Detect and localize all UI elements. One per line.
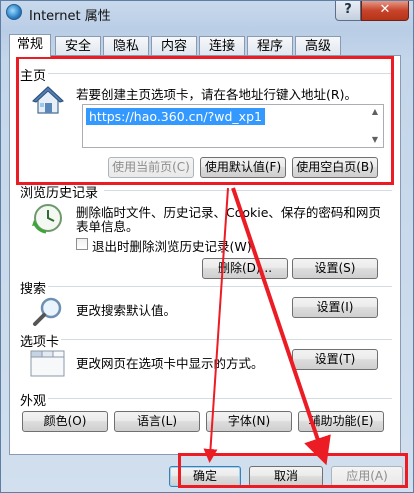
appearance-group-divider <box>46 398 392 399</box>
search-group-label: 搜索 <box>20 278 49 297</box>
tab-strip: 常规 安全 隐私 内容 连接 程序 高级 <box>9 34 349 57</box>
tab-content[interactable]: 内容 <box>151 36 197 56</box>
history-settings-button[interactable]: 设置(S) <box>292 258 378 279</box>
tabs-settings-button[interactable]: 设置(T) <box>292 349 378 370</box>
magnifier-icon <box>32 296 64 328</box>
title-bar[interactable]: Internet 属性 ? ✕ <box>1 1 414 29</box>
footer-highlight-box <box>178 453 408 488</box>
delete-history-button[interactable]: 删除(D)... <box>202 258 288 279</box>
accessibility-button[interactable]: 辅助功能(E) <box>298 411 384 432</box>
delete-on-exit-label: 退出时删除浏览历史记录(W) <box>92 239 252 254</box>
search-settings-button[interactable]: 设置(I) <box>292 297 378 318</box>
appearance-group-label: 外观 <box>20 390 49 409</box>
internet-globe-icon <box>6 4 22 20</box>
close-icon: ✕ <box>379 2 391 17</box>
help-button[interactable]: ? <box>335 1 361 21</box>
delete-on-exit-checkbox[interactable] <box>76 238 88 250</box>
search-group-divider <box>46 286 392 287</box>
tab-general[interactable]: 常规 <box>9 34 51 57</box>
colors-button[interactable]: 颜色(O) <box>22 411 108 432</box>
close-button[interactable]: ✕ <box>361 1 409 21</box>
search-description: 更改搜索默认值。 <box>76 303 177 318</box>
fonts-button[interactable]: 字体(N) <box>206 411 292 432</box>
window-title: Internet 属性 <box>29 9 111 24</box>
tab-advanced[interactable]: 高级 <box>295 36 341 56</box>
tab-programs[interactable]: 程序 <box>247 36 293 56</box>
tabs-description: 更改网页在选项卡中显示的方式。 <box>76 356 264 371</box>
tab-connections[interactable]: 连接 <box>199 36 245 56</box>
homepage-highlight-box <box>16 56 394 185</box>
tab-security[interactable]: 安全 <box>55 36 101 56</box>
tab-privacy[interactable]: 隐私 <box>103 36 149 56</box>
history-group-divider <box>104 190 392 191</box>
languages-button[interactable]: 语言(L) <box>114 411 200 432</box>
history-description-line2: 表单信息。 <box>76 219 139 234</box>
history-clock-icon <box>32 202 64 234</box>
tabs-window-icon <box>30 348 66 378</box>
tabs-group-divider <box>58 339 392 340</box>
